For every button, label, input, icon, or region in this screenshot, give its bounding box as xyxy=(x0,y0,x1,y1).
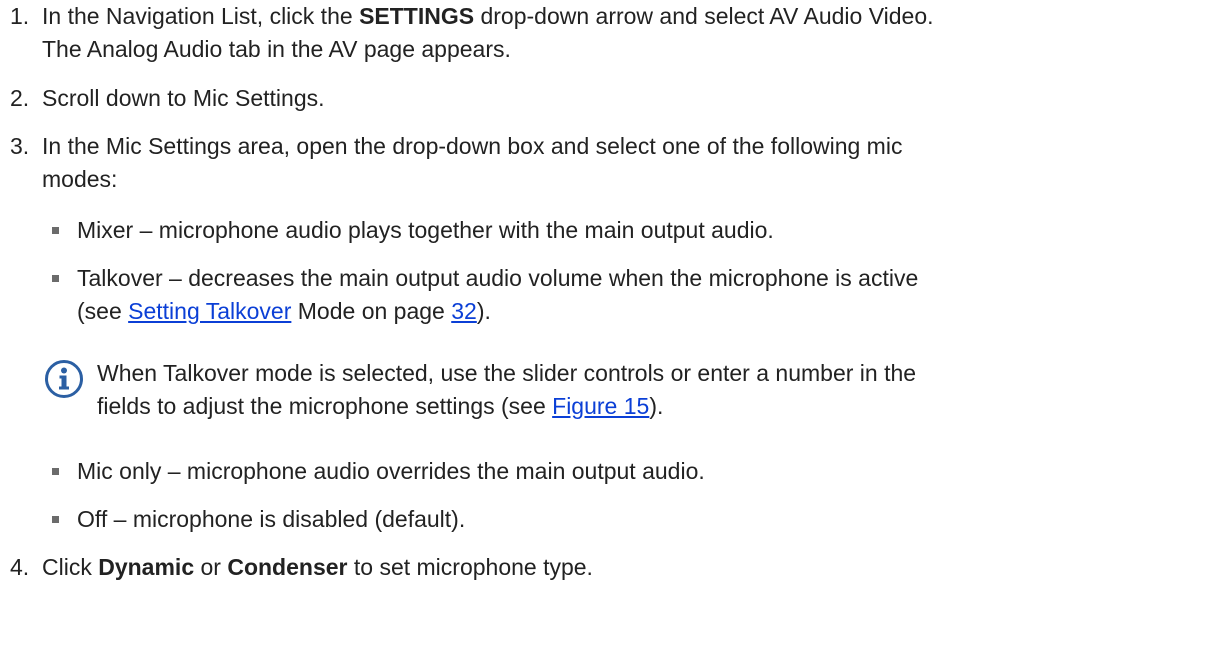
talkover-line-1: Talkover – decreases the main output aud… xyxy=(77,265,919,291)
figure-15-link[interactable]: Figure 15 xyxy=(552,393,649,419)
step-4-text-mid: or xyxy=(194,554,228,580)
step-text: Scroll down to Mic Settings. xyxy=(42,85,325,111)
note-text-pre: fields to adjust the microphone settings… xyxy=(97,393,553,419)
step-1-line-2: The Analog Audio tab in the AV page appe… xyxy=(42,36,511,62)
talkover-text-mid: Mode on page xyxy=(291,298,452,324)
step-3-line-2: modes: xyxy=(42,166,118,192)
square-bullet-icon xyxy=(52,227,59,234)
page-32-link[interactable]: 32 xyxy=(451,298,477,324)
note-line-1: When Talkover mode is selected, use the … xyxy=(97,360,917,386)
step-number: 1. xyxy=(10,3,30,29)
talkover-text-pre: (see xyxy=(77,298,129,324)
step-4-text-post: to set microphone type. xyxy=(347,554,593,580)
step-text: Click Dynamic or Condenser to set microp… xyxy=(42,551,1202,584)
step-4-text-pre: Click xyxy=(42,554,99,580)
step-text: In the Navigation List, click the SETTIN… xyxy=(42,0,1202,66)
mode-text: Talkover – decreases the main output aud… xyxy=(77,262,1202,328)
square-bullet-icon xyxy=(52,468,59,475)
settings-label: SETTINGS xyxy=(359,3,475,29)
info-icon xyxy=(45,360,83,398)
step-text: In the Mic Settings area, open the drop-… xyxy=(42,130,1202,196)
note-text-post: ). xyxy=(649,393,664,419)
dynamic-label: Dynamic xyxy=(98,554,195,580)
step-1-text-pre: In the Navigation List, click the xyxy=(42,3,360,29)
step-3-line-1: In the Mic Settings area, open the drop-… xyxy=(42,133,903,159)
square-bullet-icon xyxy=(52,516,59,523)
mode-text: Mixer – microphone audio plays together … xyxy=(77,217,774,243)
talkover-text-post: ). xyxy=(476,298,491,324)
step-number: 3. xyxy=(10,133,30,159)
setting-talkover-link[interactable]: Setting Talkover xyxy=(128,298,291,324)
note-text: When Talkover mode is selected, use the … xyxy=(97,357,1202,423)
mode-text: Mic only – microphone audio overrides th… xyxy=(77,458,705,484)
step-number: 2. xyxy=(10,85,30,111)
step-1-text-post: drop-down arrow and select AV Audio Vide… xyxy=(474,3,934,29)
square-bullet-icon xyxy=(52,275,59,282)
step-number: 4. xyxy=(10,554,30,580)
condenser-label: Condenser xyxy=(227,554,348,580)
document-page: 1. In the Navigation List, click the SET… xyxy=(0,0,1210,657)
mode-text: Off – microphone is disabled (default). xyxy=(77,506,466,532)
